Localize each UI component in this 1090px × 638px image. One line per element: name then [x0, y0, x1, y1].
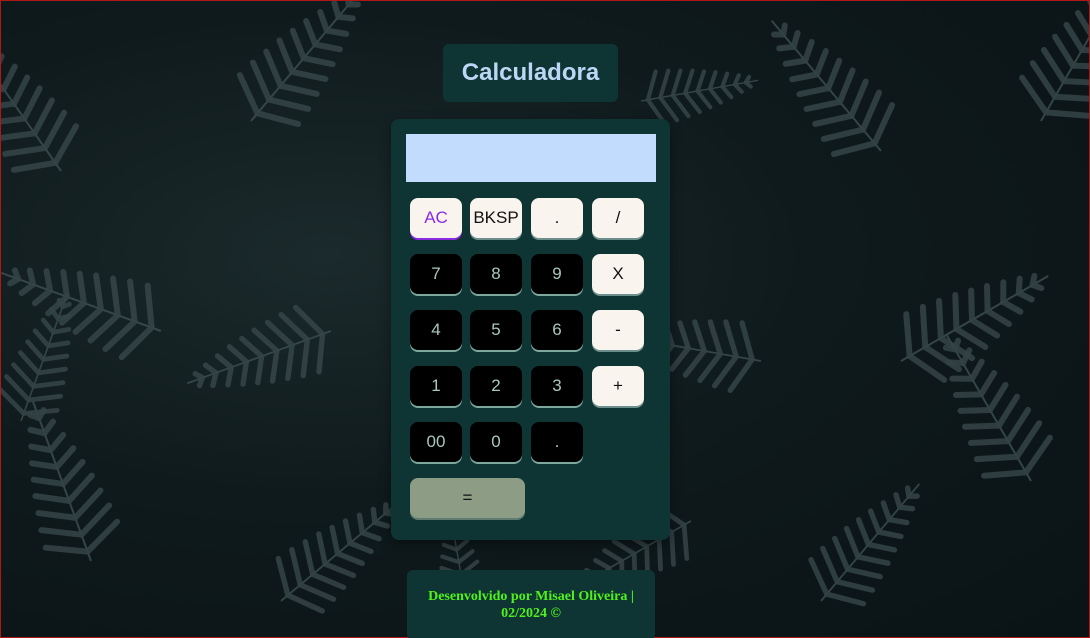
footer: Desenvolvido por Misael Oliveira | 02/20…: [407, 570, 655, 638]
digit-5-button[interactable]: 5: [470, 310, 522, 350]
clear-all-button[interactable]: AC: [410, 198, 462, 238]
calculator-panel: AC BKSP . / 7 8 9 X 4 5 6 - 1 2 3 + 00 0…: [391, 119, 670, 540]
page-title: Calculadora: [461, 59, 600, 86]
digit-7-button[interactable]: 7: [410, 254, 462, 294]
multiply-button[interactable]: X: [592, 254, 644, 294]
calculator-display[interactable]: [406, 134, 656, 182]
digit-4-button[interactable]: 4: [410, 310, 462, 350]
digit-9-button[interactable]: 9: [531, 254, 583, 294]
backspace-button[interactable]: BKSP: [470, 198, 522, 238]
subtract-button[interactable]: -: [592, 310, 644, 350]
digit-2-button[interactable]: 2: [470, 366, 522, 406]
decimal-point-button[interactable]: .: [531, 422, 583, 462]
digit-8-button[interactable]: 8: [470, 254, 522, 294]
decimal-point-button-top[interactable]: .: [531, 198, 583, 238]
title-box: Calculadora: [443, 44, 618, 102]
digit-6-button[interactable]: 6: [531, 310, 583, 350]
digit-0-button[interactable]: 0: [470, 422, 522, 462]
footer-credit: Desenvolvido por Misael Oliveira | 02/20…: [428, 588, 634, 622]
add-button[interactable]: +: [592, 366, 644, 406]
digit-1-button[interactable]: 1: [410, 366, 462, 406]
divide-button[interactable]: /: [592, 198, 644, 238]
footer-credit-line2: 02/2024 ©: [501, 606, 561, 621]
footer-credit-line1: Desenvolvido por Misael Oliveira |: [428, 589, 634, 604]
double-zero-button[interactable]: 00: [410, 422, 462, 462]
equals-button[interactable]: =: [410, 478, 525, 518]
digit-3-button[interactable]: 3: [531, 366, 583, 406]
